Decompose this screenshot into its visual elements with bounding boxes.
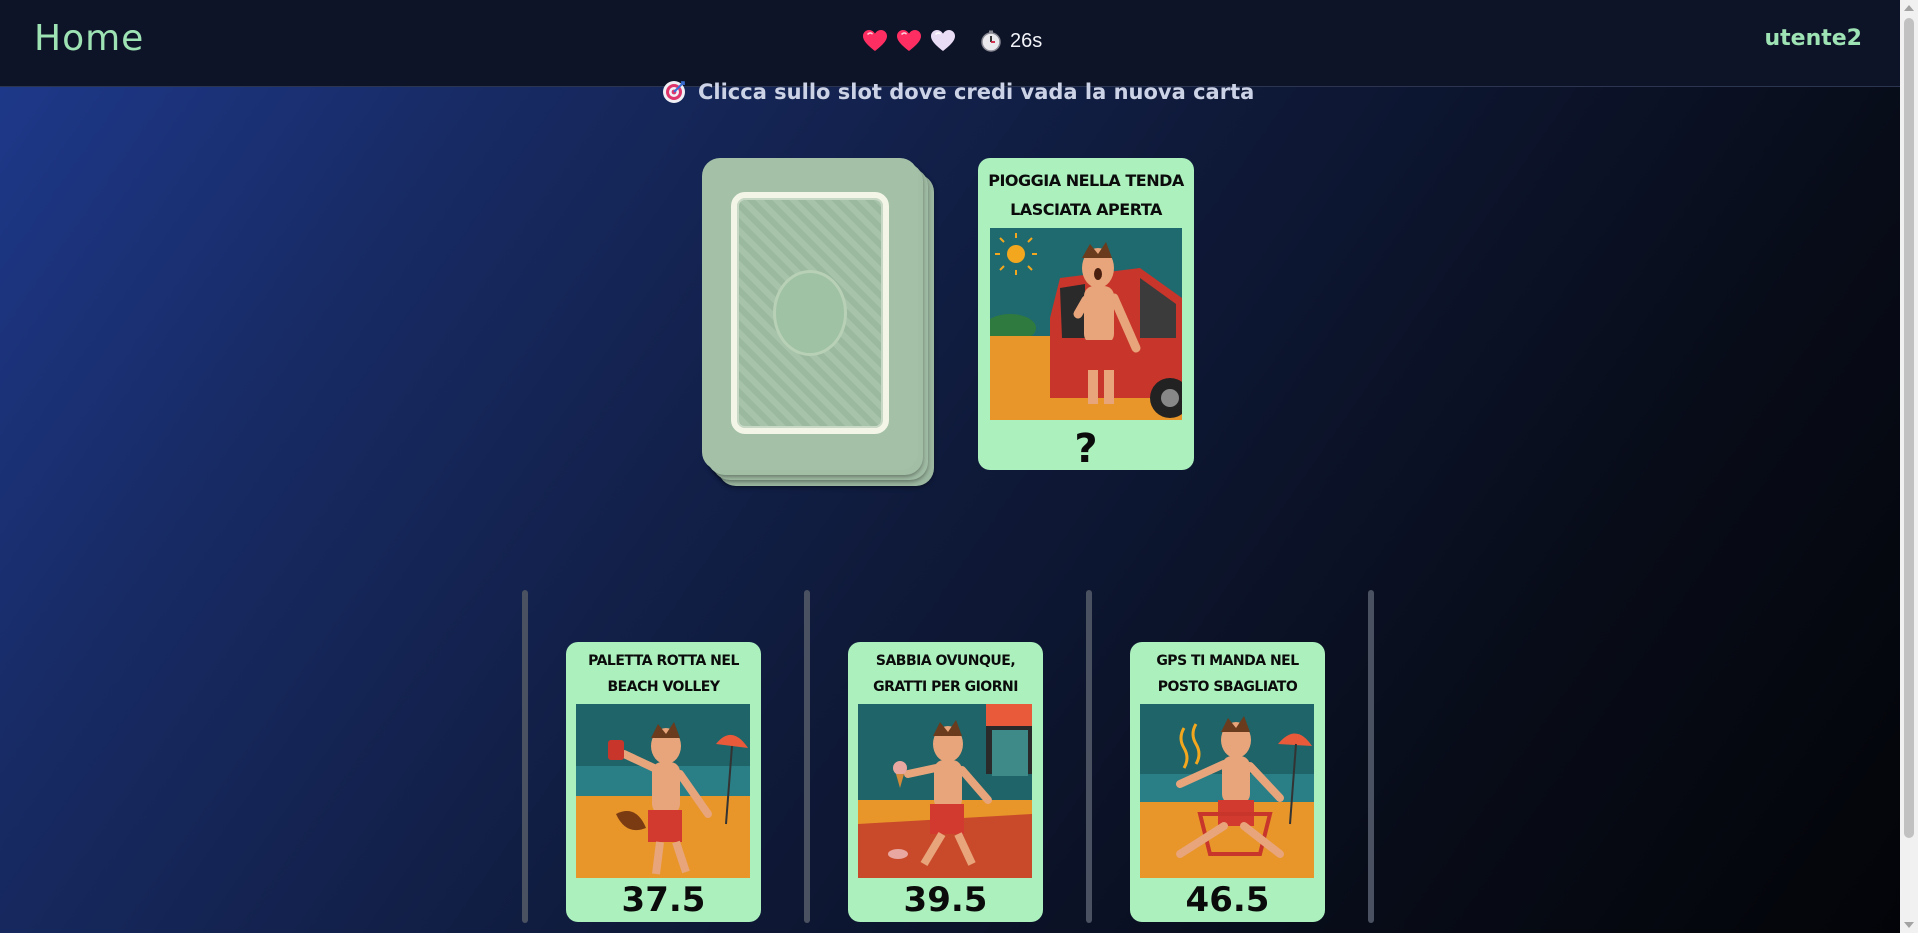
timeline-slot[interactable] <box>1086 590 1092 923</box>
card-title: PIOGGIA NELLA TENDA LASCIATA APERTA <box>988 171 1184 219</box>
card-value: 37.5 <box>621 880 706 920</box>
heart-full-icon <box>862 29 888 53</box>
card-value: 46.5 <box>1185 880 1270 920</box>
card-back-pattern <box>731 192 889 434</box>
heart-empty-icon <box>930 29 956 53</box>
game-status: 26s <box>862 26 1042 56</box>
timeline-slot[interactable] <box>1368 590 1374 923</box>
card-deck <box>702 158 934 486</box>
card-value: 39.5 <box>903 880 988 920</box>
card-title: PALETTA ROTTA NEL BEACH VOLLEY <box>588 653 739 695</box>
scroll-down-icon[interactable] <box>1904 922 1914 928</box>
heart-full-icon <box>896 29 922 53</box>
top-bar: Home 26s utente2 <box>0 0 1900 87</box>
instruction-text: Clicca sullo slot dove credi vada la nuo… <box>698 80 1255 104</box>
target-icon <box>662 80 686 104</box>
new-card[interactable]: PIOGGIA NELLA TENDA LASCIATA APERTA ? <box>978 158 1194 472</box>
timeline-card: GPS TI MANDA NEL POSTO SBAGLIATO 46.5 <box>1130 642 1325 922</box>
timeline-slot[interactable] <box>522 590 528 923</box>
stopwatch-icon <box>980 30 1002 52</box>
card-title: GPS TI MANDA NEL POSTO SBAGLIATO <box>1156 653 1299 695</box>
scroll-thumb[interactable] <box>1904 18 1914 838</box>
timer: 26s <box>980 30 1042 53</box>
card-illustration <box>1140 704 1314 878</box>
home-link[interactable]: Home <box>34 18 144 59</box>
timeline-slot[interactable] <box>804 590 810 923</box>
card-value: ? <box>1074 426 1098 472</box>
card-illustration <box>990 228 1182 420</box>
timeline-card: PALETTA ROTTA NEL BEACH VOLLEY 37.5 <box>566 642 761 922</box>
card-illustration <box>576 704 750 878</box>
deck-top-card <box>702 158 918 470</box>
timer-value: 26s <box>1010 29 1043 52</box>
card-back-medallion <box>773 270 847 356</box>
instruction-banner: Clicca sullo slot dove credi vada la nuo… <box>662 80 1254 104</box>
timeline-card: SABBIA OVUNQUE, GRATTI PER GIORNI 39.5 <box>848 642 1043 922</box>
username[interactable]: utente2 <box>1764 26 1862 51</box>
page-scrollbar[interactable] <box>1900 0 1918 933</box>
card-illustration <box>858 704 1032 878</box>
card-title: SABBIA OVUNQUE, GRATTI PER GIORNI <box>873 653 1018 695</box>
scroll-up-icon[interactable] <box>1904 5 1914 11</box>
